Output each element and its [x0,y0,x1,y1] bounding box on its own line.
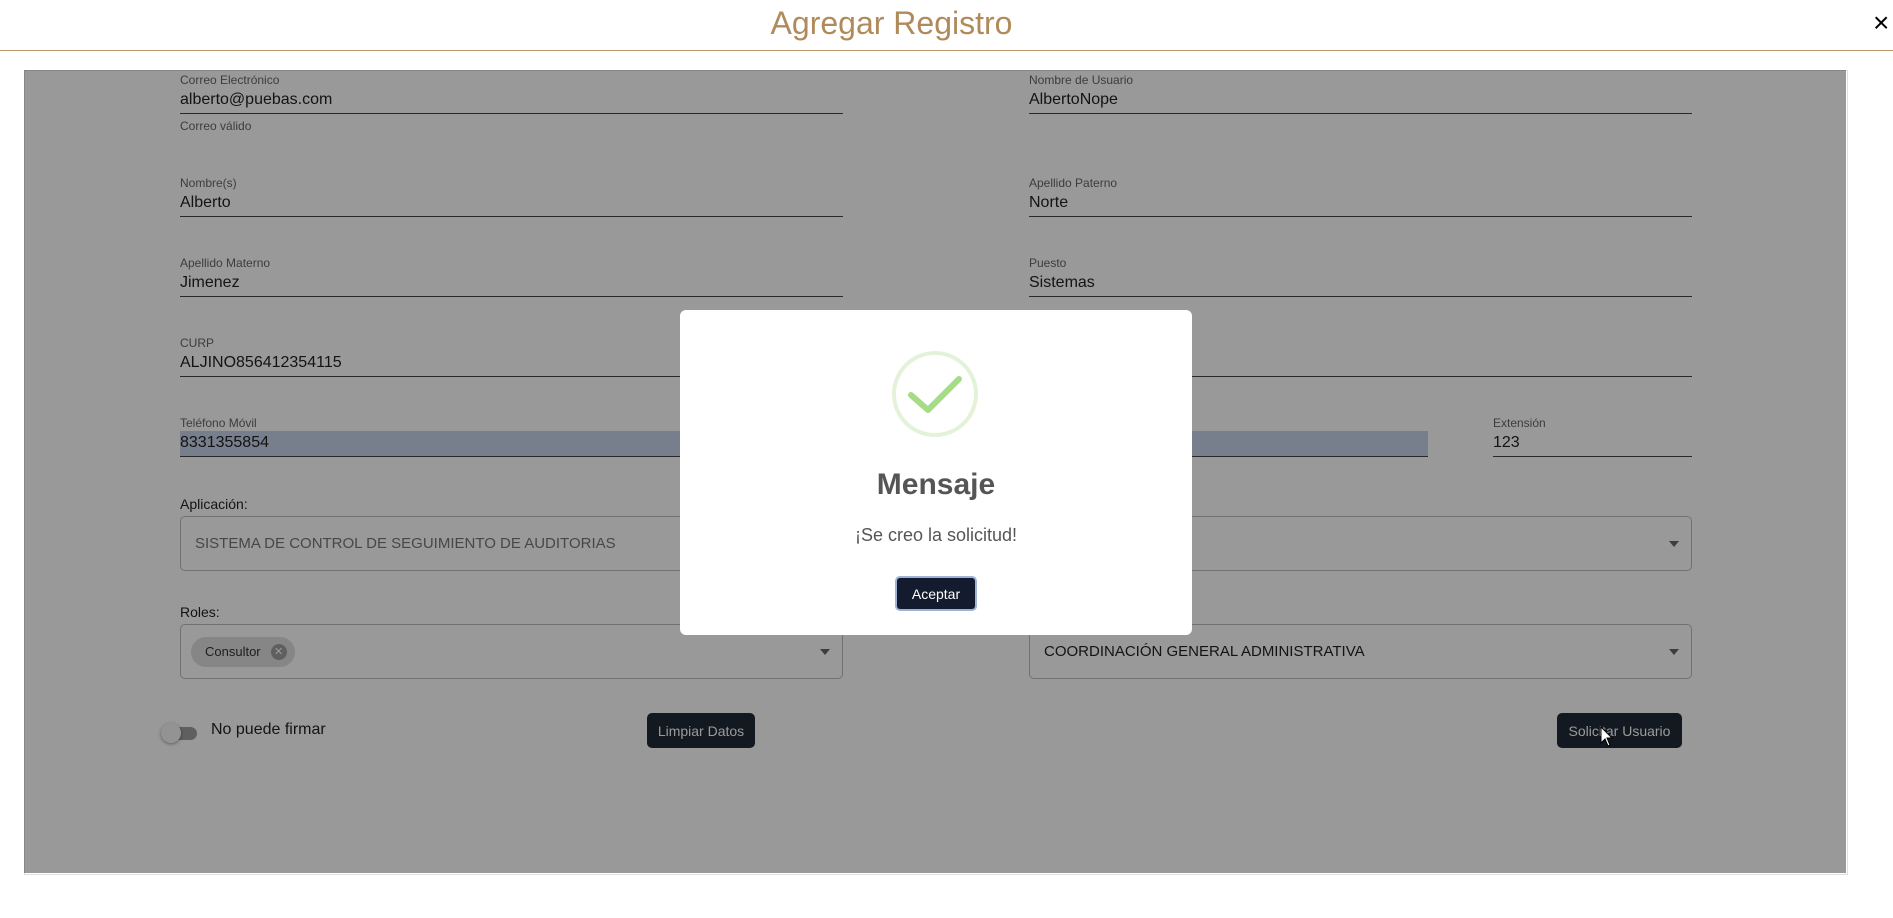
check-circle-icon [892,351,978,437]
dialog-message: ¡Se creo la solicitud! [854,525,1018,545]
accept-button[interactable]: Aceptar [895,576,977,611]
mouse-cursor-icon [1600,726,1614,747]
modal-title: Agregar Registro [770,5,1013,41]
close-icon[interactable]: × [1873,8,1893,38]
message-dialog: Mensaje ¡Se creo la solicitud! Aceptar [680,310,1192,635]
dialog-title: Mensaje [876,468,996,501]
modal-header: Agregar Registro × [0,0,1893,51]
